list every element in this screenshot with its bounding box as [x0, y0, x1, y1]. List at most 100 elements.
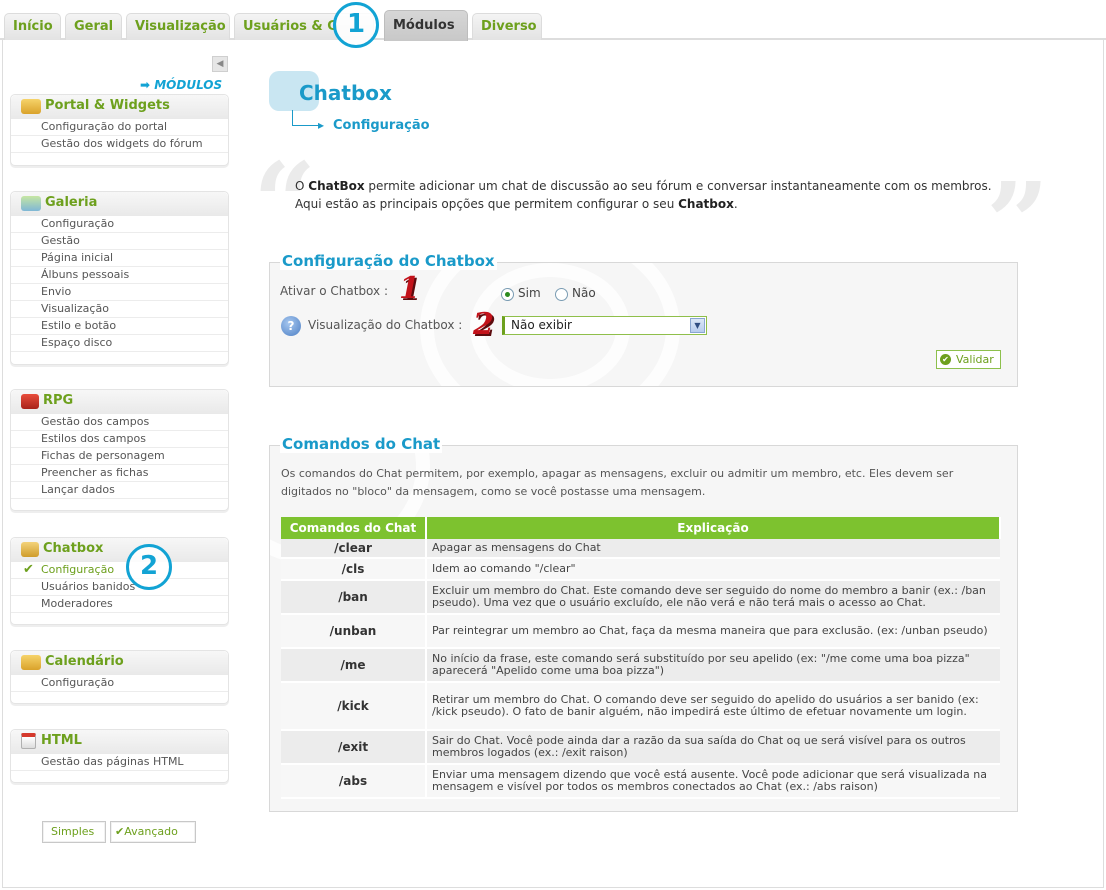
- tab-geral[interactable]: Geral: [65, 13, 122, 40]
- validate-button[interactable]: ✔ Validar: [936, 350, 1001, 369]
- explanation-cell: Retirar um membro do Chat. O comando dev…: [426, 682, 1000, 731]
- mode-simple-button[interactable]: Simples: [42, 821, 106, 843]
- sidebar-group-title: Galeria: [45, 195, 98, 210]
- table-row: /exit Sair do Chat. Você pode ainda dar …: [281, 730, 1000, 765]
- tab-label: Diverso: [481, 19, 537, 34]
- sidebar-group-title: Portal & Widgets: [45, 98, 170, 113]
- sidebar-group-header[interactable]: Chatbox: [11, 538, 228, 562]
- sidebar-group-title: Chatbox: [43, 541, 104, 556]
- display-chatbox-label: Visualização do Chatbox :: [308, 318, 463, 332]
- table-row: /abs Enviar uma mensagem dizendo que voc…: [281, 764, 1000, 799]
- dice-icon: [21, 394, 39, 409]
- sidebar-item[interactable]: Estilos dos campos: [11, 431, 228, 448]
- sidebar-item[interactable]: Lançar dados: [11, 482, 228, 499]
- sidebar-item[interactable]: Fichas de personagem: [11, 448, 228, 465]
- radio-enable-no[interactable]: [555, 288, 568, 301]
- command-cell: /abs: [281, 764, 427, 799]
- sidebar-group-html: HTML Gestão das páginas HTML: [10, 729, 229, 783]
- sidebar-section-label: ➡ MÓDULOS: [140, 78, 222, 92]
- tab-label: Módulos: [393, 18, 455, 33]
- command-cell: /exit: [281, 730, 427, 765]
- sidebar-item[interactable]: Moderadores: [11, 596, 228, 613]
- sidebar-item[interactable]: Álbuns pessoais: [11, 267, 228, 284]
- page-title: Chatbox: [299, 81, 392, 105]
- command-cell: /kick: [281, 682, 427, 731]
- command-cell: /me: [281, 648, 427, 683]
- sidebar-item[interactable]: Visualização: [11, 301, 228, 318]
- sidebar-item[interactable]: Gestão dos campos: [11, 414, 228, 431]
- chat-icon: [21, 542, 39, 557]
- sidebar-group-header[interactable]: RPG: [11, 390, 228, 414]
- display-chatbox-select[interactable]: Não exibir ▼: [502, 316, 707, 335]
- chevron-down-icon: ▼: [690, 318, 705, 333]
- sidebar-item-current[interactable]: ✔ Configuração: [11, 562, 228, 579]
- radio-enable-yes[interactable]: [501, 288, 514, 301]
- explanation-cell: Par reintegrar um membro ao Chat, faça d…: [426, 614, 1000, 649]
- sidebar-group-title: RPG: [43, 393, 74, 408]
- sidebar-group-portal: Portal & Widgets Configuração do portal …: [10, 94, 229, 166]
- sidebar-item[interactable]: Preencher as fichas: [11, 465, 228, 482]
- sidebar-group-rpg: RPG Gestão dos campos Estilos dos campos…: [10, 389, 229, 511]
- sidebar-group-title: Calendário: [45, 654, 124, 669]
- sidebar-group-chatbox: Chatbox ✔ Configuração Usuários banidos M…: [10, 537, 229, 625]
- html-page-icon: [21, 733, 36, 749]
- tab-label: Visualização: [135, 19, 226, 34]
- radio-yes-label: Sim: [518, 286, 541, 300]
- sidebar-item[interactable]: Gestão das páginas HTML: [11, 754, 228, 771]
- sidebar-item[interactable]: Página inicial: [11, 250, 228, 267]
- config-legend: Configuração do Chatbox: [280, 252, 497, 270]
- column-header-explanation: Explicação: [426, 517, 1001, 539]
- command-cell: /cls: [281, 558, 427, 581]
- check-icon: ✔: [23, 562, 34, 577]
- table-row: /cls Idem ao comando "/clear": [281, 558, 1000, 581]
- intro-text: O ChatBox permite adicionar um chat de d…: [295, 179, 992, 211]
- breadcrumb-connector: [292, 110, 293, 126]
- commands-legend: Comandos do Chat: [280, 435, 443, 453]
- sidebar-item[interactable]: Usuários banidos: [11, 579, 228, 596]
- table-row: /ban Excluir um membro do Chat. Este com…: [281, 580, 1000, 615]
- house-icon: [21, 99, 41, 114]
- commands-intro: Os comandos do Chat permitem, por exempl…: [281, 467, 954, 498]
- sidebar-item[interactable]: Estilo e botão: [11, 318, 228, 335]
- sidebar-group-header[interactable]: HTML: [11, 730, 228, 754]
- tab-label: Usuários & G: [243, 19, 338, 34]
- sidebar-group-header[interactable]: Portal & Widgets: [11, 95, 228, 119]
- gallery-icon: [21, 196, 41, 211]
- sidebar-item[interactable]: Configuração: [11, 216, 228, 233]
- page-subtitle: Configuração: [333, 118, 430, 133]
- explanation-cell: Enviar uma mensagem dizendo que você est…: [426, 764, 1000, 799]
- sidebar-item-label: Configuração: [41, 563, 115, 576]
- explanation-cell: Apagar as mensagens do Chat: [426, 539, 1000, 559]
- callout-marker-2: 2: [126, 544, 172, 590]
- explanation-cell: Excluir um membro do Chat. Este comando …: [426, 580, 1000, 615]
- command-cell: /unban: [281, 614, 427, 649]
- select-value: Não exibir: [511, 318, 572, 332]
- tab-visualizacao[interactable]: Visualização: [126, 13, 230, 40]
- sidebar-group-calendario: Calendário Configuração: [10, 650, 229, 704]
- sidebar-item[interactable]: Gestão dos widgets do fórum: [11, 136, 228, 153]
- help-icon[interactable]: ?: [281, 316, 301, 336]
- sidebar-item[interactable]: Envio: [11, 284, 228, 301]
- tab-diverso[interactable]: Diverso: [472, 13, 542, 40]
- collapse-sidebar-button[interactable]: ◀: [212, 56, 228, 72]
- sidebar-item[interactable]: Espaço disco: [11, 335, 228, 352]
- table-row: /clear Apagar as mensagens do Chat: [281, 539, 1000, 559]
- annotation-marker-1: 1: [399, 271, 420, 306]
- sidebar-group-header[interactable]: Galeria: [11, 192, 228, 216]
- mode-advanced-button[interactable]: ✔Avançado: [110, 821, 196, 843]
- mode-advanced-label: Avançado: [124, 825, 178, 838]
- command-cell: /ban: [281, 580, 427, 615]
- commands-table: Comandos do Chat Explicação /clear Apaga…: [281, 517, 1001, 799]
- command-cell: /clear: [281, 539, 427, 559]
- arrow-right-icon: ▸: [318, 118, 325, 132]
- tab-modulos[interactable]: Módulos: [384, 10, 468, 41]
- tab-inicio[interactable]: Início: [4, 13, 61, 40]
- explanation-cell: Sair do Chat. Você pode ainda dar a razã…: [426, 730, 1000, 765]
- tab-label: Geral: [74, 19, 114, 34]
- sidebar-item[interactable]: Configuração: [11, 675, 228, 692]
- table-header-row: Comandos do Chat Explicação: [281, 517, 1001, 539]
- sidebar-group-header[interactable]: Calendário: [11, 651, 228, 675]
- sidebar-item[interactable]: Gestão: [11, 233, 228, 250]
- sidebar-item[interactable]: Configuração do portal: [11, 119, 228, 136]
- check-icon: ✔: [940, 354, 951, 365]
